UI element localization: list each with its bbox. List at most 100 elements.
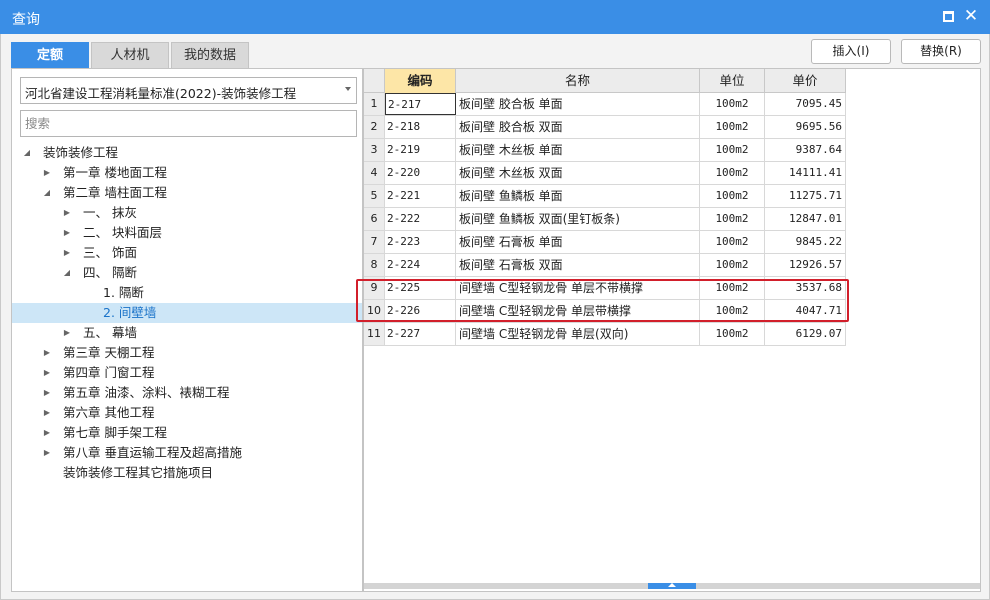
header-code[interactable]: 编码 (385, 69, 456, 93)
tree-item[interactable]: ▶ 第四章 门窗工程 (12, 363, 362, 383)
price-cell[interactable]: 14111.41 (765, 162, 846, 184)
table-row[interactable]: 5 2-221 板间壁 鱼鳞板 单面 100m2 11275.71 (364, 185, 846, 208)
name-cell[interactable]: 板间壁 鱼鳞板 单面 (456, 185, 700, 207)
unit-cell[interactable]: 100m2 (700, 162, 765, 184)
tree-item[interactable]: ▶ 第五章 油漆、涂料、裱糊工程 (12, 383, 362, 403)
tree-item[interactable]: ▶ 第八章 垂直运输工程及超高措施 (12, 443, 362, 463)
table-row[interactable]: 4 2-220 板间壁 木丝板 双面 100m2 14111.41 (364, 162, 846, 185)
name-cell[interactable]: 板间壁 石膏板 单面 (456, 231, 700, 253)
unit-cell[interactable]: 100m2 (700, 185, 765, 207)
table-row[interactable]: 7 2-223 板间壁 石膏板 单面 100m2 9845.22 (364, 231, 846, 254)
tree-item[interactable]: ◢ 四、 隔断 (12, 263, 362, 283)
expand-arrow-icon[interactable]: ▶ (42, 383, 52, 403)
unit-cell[interactable]: 100m2 (700, 231, 765, 253)
expand-arrow-icon[interactable]: ▶ (62, 323, 72, 343)
close-icon[interactable]: ✕ (963, 6, 979, 26)
code-cell[interactable]: 2-223 (385, 231, 456, 253)
tree-item[interactable]: ▶ 第一章 楼地面工程 (12, 163, 362, 183)
tree-item[interactable]: ▶ 第七章 脚手架工程 (12, 423, 362, 443)
row-number[interactable]: 6 (364, 208, 385, 230)
collapse-arrow-icon[interactable]: ◢ (62, 263, 72, 283)
header-name[interactable]: 名称 (456, 69, 700, 93)
table-row[interactable]: 2 2-218 板间壁 胶合板 双面 100m2 9695.56 (364, 116, 846, 139)
price-cell[interactable]: 9387.64 (765, 139, 846, 161)
tab-my-data[interactable]: 我的数据 (171, 42, 249, 68)
code-cell[interactable]: 2-227 (385, 323, 456, 345)
row-number[interactable]: 3 (364, 139, 385, 161)
search-input[interactable] (21, 111, 356, 136)
tree-item[interactable]: ▶ 五、 幕墙 (12, 323, 362, 343)
row-number[interactable]: 2 (364, 116, 385, 138)
tree-item[interactable]: 装饰装修工程其它措施项目 (12, 463, 362, 483)
expand-arrow-icon[interactable]: ▶ (42, 423, 52, 443)
row-number[interactable]: 4 (364, 162, 385, 184)
table-row[interactable]: 11 2-227 间壁墙 C型轻钢龙骨 单层(双向) 100m2 6129.07 (364, 323, 846, 346)
search-box[interactable] (20, 110, 357, 137)
collapse-arrow-icon[interactable]: ◢ (22, 143, 32, 163)
horizontal-scrollbar[interactable] (364, 583, 980, 589)
expand-arrow-icon[interactable]: ▶ (62, 223, 72, 243)
tree-item[interactable]: ▶ 第六章 其他工程 (12, 403, 362, 423)
insert-button[interactable]: 插入(I) (811, 39, 891, 64)
row-number[interactable]: 1 (364, 93, 385, 115)
unit-cell[interactable]: 100m2 (700, 254, 765, 276)
header-price[interactable]: 单价 (765, 69, 846, 93)
tree-item[interactable]: ▶ 一、 抹灰 (12, 203, 362, 223)
price-cell[interactable]: 12926.57 (765, 254, 846, 276)
name-cell[interactable]: 间壁墙 C型轻钢龙骨 单层(双向) (456, 323, 700, 345)
tree-item[interactable]: ▶ 三、 饰面 (12, 243, 362, 263)
tab-labor-material-machine[interactable]: 人材机 (91, 42, 169, 68)
code-cell[interactable]: 2-220 (385, 162, 456, 184)
expand-arrow-icon[interactable]: ▶ (42, 363, 52, 383)
standard-select[interactable]: 河北省建设工程消耗量标准(2022)-装饰装修工程 (20, 77, 357, 104)
price-cell[interactable]: 11275.71 (765, 185, 846, 207)
unit-cell[interactable]: 100m2 (700, 208, 765, 230)
name-cell[interactable]: 板间壁 木丝板 双面 (456, 162, 700, 184)
name-cell[interactable]: 板间壁 木丝板 单面 (456, 139, 700, 161)
code-cell[interactable]: 2-218 (385, 116, 456, 138)
maximize-icon[interactable] (943, 11, 954, 22)
chevron-down-icon[interactable] (345, 87, 351, 91)
tree-item[interactable]: ▶ 第三章 天棚工程 (12, 343, 362, 363)
unit-cell[interactable]: 100m2 (700, 139, 765, 161)
table-row[interactable]: 8 2-224 板间壁 石膏板 双面 100m2 12926.57 (364, 254, 846, 277)
tree-item[interactable]: 2. 间壁墙 (12, 303, 362, 323)
price-cell[interactable]: 6129.07 (765, 323, 846, 345)
header-unit[interactable]: 单位 (700, 69, 765, 93)
expand-arrow-icon[interactable]: ▶ (42, 163, 52, 183)
table-row[interactable]: 1 2-217 板间壁 胶合板 单面 100m2 7095.45 (364, 93, 846, 116)
price-cell[interactable]: 7095.45 (765, 93, 846, 115)
row-number[interactable]: 11 (364, 323, 385, 345)
chevron-up-icon[interactable] (668, 583, 676, 587)
table-row[interactable]: 6 2-222 板间壁 鱼鳞板 双面(里钉板条) 100m2 12847.01 (364, 208, 846, 231)
name-cell[interactable]: 板间壁 胶合板 单面 (456, 93, 700, 115)
table-row[interactable]: 3 2-219 板间壁 木丝板 单面 100m2 9387.64 (364, 139, 846, 162)
code-cell[interactable]: 2-222 (385, 208, 456, 230)
expand-arrow-icon[interactable]: ▶ (62, 203, 72, 223)
tab-quota[interactable]: 定额 (11, 42, 89, 68)
code-cell[interactable]: 2-219 (385, 139, 456, 161)
price-cell[interactable]: 9695.56 (765, 116, 846, 138)
tree-item[interactable]: ◢ 第二章 墙柱面工程 (12, 183, 362, 203)
name-cell[interactable]: 板间壁 石膏板 双面 (456, 254, 700, 276)
price-cell[interactable]: 12847.01 (765, 208, 846, 230)
code-cell[interactable]: 2-224 (385, 254, 456, 276)
row-number[interactable]: 8 (364, 254, 385, 276)
expand-arrow-icon[interactable]: ▶ (42, 403, 52, 423)
unit-cell[interactable]: 100m2 (700, 323, 765, 345)
unit-cell[interactable]: 100m2 (700, 93, 765, 115)
collapse-arrow-icon[interactable]: ◢ (42, 183, 52, 203)
row-number[interactable]: 5 (364, 185, 385, 207)
expand-arrow-icon[interactable]: ▶ (42, 443, 52, 463)
expand-arrow-icon[interactable]: ▶ (62, 243, 72, 263)
name-cell[interactable]: 板间壁 胶合板 双面 (456, 116, 700, 138)
name-cell[interactable]: 板间壁 鱼鳞板 双面(里钉板条) (456, 208, 700, 230)
row-number[interactable]: 7 (364, 231, 385, 253)
unit-cell[interactable]: 100m2 (700, 116, 765, 138)
price-cell[interactable]: 9845.22 (765, 231, 846, 253)
tree-item[interactable]: ▶ 二、 块料面层 (12, 223, 362, 243)
expand-arrow-icon[interactable]: ▶ (42, 343, 52, 363)
tree-item[interactable]: 1. 隔断 (12, 283, 362, 303)
code-cell[interactable]: 2-217 (385, 93, 456, 115)
code-cell[interactable]: 2-221 (385, 185, 456, 207)
